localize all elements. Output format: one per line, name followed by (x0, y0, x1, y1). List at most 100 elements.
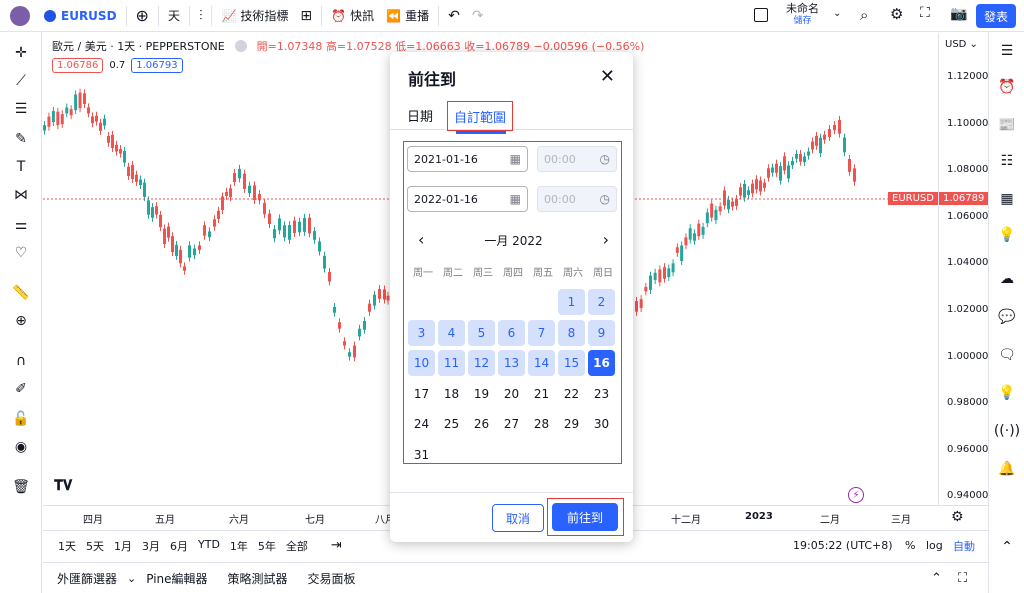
auto-toggle[interactable]: 自動 (953, 538, 975, 554)
start-time-input[interactable]: 00:00 ◷ (537, 146, 617, 172)
alarm-clock-icon[interactable]: ⏰ (996, 76, 1018, 98)
end-time-input[interactable]: 00:00 ◷ (537, 186, 617, 212)
calendar-day[interactable]: 2 (588, 289, 615, 315)
symbol-search[interactable]: EURUSD (38, 0, 123, 32)
calendar-day[interactable]: 30 (588, 411, 615, 437)
calendar-day[interactable]: 10 (408, 350, 435, 376)
calendar-day[interactable]: 5 (468, 319, 495, 346)
crosshair-icon[interactable]: ✛ (10, 42, 32, 64)
currency-selector[interactable]: USD ⌄ (945, 39, 978, 50)
calendar-day[interactable]: 4 (438, 319, 465, 346)
tradingview-logo-icon[interactable]: 𝐓𝐕 (54, 478, 72, 494)
calendar-day[interactable]: 23 (588, 381, 615, 407)
lightning-icon[interactable]: ⚡ (848, 487, 864, 503)
fullscreen-icon[interactable]: ⛶ (920, 5, 930, 21)
idea-bulb-icon[interactable]: 💡 (996, 382, 1018, 404)
add-list-icon[interactable]: ☷ (996, 150, 1018, 172)
calendar-day[interactable]: 9 (588, 319, 615, 346)
range-button[interactable]: 1天 (53, 538, 81, 554)
panel-tab[interactable]: 交易面板 (298, 570, 366, 587)
range-button[interactable]: 1月 (109, 538, 137, 554)
calendar-day[interactable]: 26 (468, 411, 495, 437)
candle-type-icon[interactable]: ⫶ (193, 0, 209, 32)
layouts-grid-icon[interactable]: ⊞ (294, 0, 318, 32)
range-button[interactable]: 1年 (225, 538, 253, 554)
range-button[interactable]: 3月 (137, 538, 165, 554)
calendar-day[interactable]: 25 (438, 411, 465, 437)
price-axis[interactable]: USD ⌄ 1.12000 1.10000 1.08000 1.06000 1.0400… (938, 33, 988, 505)
trash-icon[interactable]: 🗑 (10, 476, 32, 498)
go-to-button[interactable]: 前往到 (552, 503, 618, 531)
calendar-day[interactable]: 18 (438, 381, 465, 407)
end-date-input[interactable]: 2022-01-16 ▦ (407, 186, 528, 212)
range-button[interactable]: 5年 (253, 538, 281, 554)
pencil-lock-icon[interactable]: ✐ (10, 378, 32, 400)
legend-collapse-icon[interactable] (234, 40, 247, 52)
ask-price-button[interactable]: 1.06793 (131, 58, 183, 73)
percent-toggle[interactable]: % (905, 539, 915, 552)
lightbulb-icon[interactable]: 💡 (996, 224, 1018, 246)
gear-icon[interactable]: ⚙ (890, 5, 903, 23)
calendar-day[interactable]: 8 (558, 319, 585, 346)
close-icon[interactable]: ✕ (600, 66, 615, 87)
calendar-day[interactable]: 17 (408, 381, 435, 407)
panel-collapse-icon[interactable]: ⌃ (931, 571, 942, 586)
legend-title[interactable]: 歐元 / 美元 · 1天 · PEPPERSTONE (52, 38, 225, 54)
tab-custom-range[interactable]: 自訂範圍 (447, 101, 513, 131)
watchlist-icon[interactable]: ☰ (996, 40, 1018, 62)
log-toggle[interactable]: log (926, 539, 943, 552)
range-button[interactable]: 6月 (165, 538, 193, 554)
clock-label[interactable]: 19:05:22 (UTC+8) (793, 539, 893, 552)
panel-tab[interactable]: 外匯篩選器 (47, 570, 127, 587)
replay-button[interactable]: ⏪ 重播 (380, 0, 435, 32)
bid-price-button[interactable]: 1.06786 (52, 58, 104, 73)
heart-icon[interactable]: ♡ (10, 242, 32, 264)
brush-icon[interactable]: ✎ (10, 128, 32, 150)
range-button[interactable]: YTD (193, 538, 225, 554)
compare-add-icon[interactable]: ⊕ (130, 0, 155, 32)
search-icon[interactable]: ⌕ (860, 6, 868, 24)
bell-icon[interactable]: 🔔 (996, 458, 1018, 480)
unlock-icon[interactable]: 🔓 (10, 408, 32, 430)
zoom-in-icon[interactable]: ⊕ (10, 310, 32, 332)
chat-bubbles-icon[interactable]: 🗨 (996, 344, 1018, 366)
text-icon[interactable]: T (10, 156, 32, 178)
collapse-icon[interactable]: ⌃ (996, 536, 1018, 558)
calendar-day[interactable]: 12 (468, 350, 495, 376)
goto-date-icon[interactable]: ⇥ (331, 538, 342, 553)
indicators-button[interactable]: 📈 技術指標 (215, 0, 294, 32)
broadcast-icon[interactable]: ((·)) (994, 420, 1020, 442)
calendar-day[interactable]: 6 (498, 319, 525, 346)
news-icon[interactable]: 📰 (996, 114, 1018, 136)
calendar-day[interactable]: 29 (558, 411, 585, 437)
layout-name-button[interactable]: 未命名 儲存 (786, 3, 819, 27)
user-avatar[interactable] (10, 5, 30, 26)
redo-icon[interactable]: ↷ (466, 0, 490, 32)
calendar-day[interactable]: 7 (528, 319, 555, 346)
panel-tab[interactable]: Pine編輯器 (136, 570, 217, 587)
panel-maximize-icon[interactable]: ⛶ (958, 571, 967, 586)
calendar-day[interactable]: 19 (468, 381, 495, 407)
chevron-down-icon[interactable]: ⌄ (127, 572, 136, 585)
cancel-button[interactable]: 取消 (492, 504, 544, 532)
camera-icon[interactable]: 📷 (950, 6, 967, 22)
measure-settings-icon[interactable]: ⚌ (10, 214, 32, 236)
undo-icon[interactable]: ↶ (442, 0, 466, 32)
calendar-day[interactable]: 31 (408, 442, 435, 468)
layout-checkbox-icon[interactable] (754, 8, 768, 22)
calendar-day[interactable]: 21 (528, 381, 555, 407)
chat-icon[interactable]: 💬 (996, 306, 1018, 328)
publish-button[interactable]: 發表 (976, 4, 1016, 28)
calendar-day[interactable]: 27 (498, 411, 525, 437)
range-button[interactable]: 全部 (281, 538, 313, 554)
interval-button[interactable]: 天 (162, 0, 186, 32)
tab-date[interactable]: 日期 (407, 106, 433, 125)
magnet-icon[interactable]: ∩ (10, 350, 32, 372)
range-button[interactable]: 5天 (81, 538, 109, 554)
pattern-icon[interactable]: ⋈ (10, 184, 32, 206)
calendar-day[interactable]: 14 (528, 350, 555, 376)
calendar-grid-icon[interactable]: ▦ (996, 188, 1018, 210)
cloud-chat-icon[interactable]: ☁ (996, 268, 1018, 290)
calendar-day[interactable]: 15 (558, 350, 585, 376)
trend-line-icon[interactable]: ⟋ (10, 70, 32, 92)
